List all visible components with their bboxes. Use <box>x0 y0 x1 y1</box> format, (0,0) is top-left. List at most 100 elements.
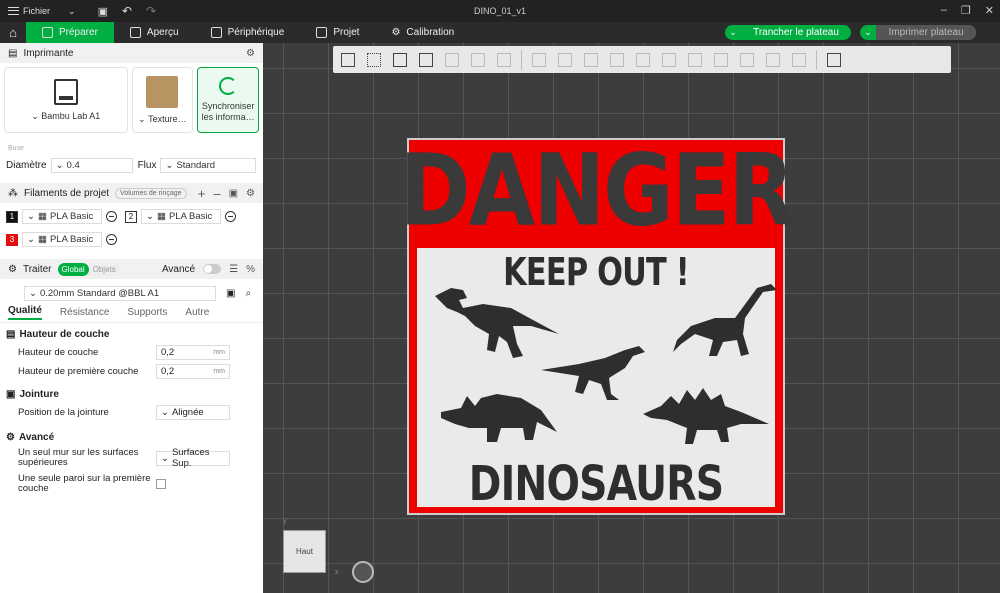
sign-title: DANGER <box>399 133 794 249</box>
layer-height-input[interactable]: 0,2 mm <box>156 345 230 360</box>
layers-edit-icon[interactable] <box>493 50 515 70</box>
layers-icon <box>129 27 141 38</box>
support-paint-icon[interactable] <box>684 50 706 70</box>
scale-icon[interactable] <box>580 50 602 70</box>
filament-swatch[interactable]: 1 <box>6 210 18 223</box>
printer-selector[interactable]: ⌄ Bambu Lab A1 <box>4 67 128 133</box>
hamburger-icon <box>8 7 19 15</box>
arrange-icon[interactable] <box>415 50 437 70</box>
slice-plate-button[interactable]: ⌄ Trancher le plateau <box>725 25 851 40</box>
objects-option[interactable]: Objets <box>89 265 120 274</box>
tab-label: Aperçu <box>146 27 179 38</box>
sync-button[interactable]: Synchroniser les informa… <box>197 67 259 133</box>
first-layer-height-input[interactable]: 0,2 mm <box>156 364 230 379</box>
view-cube[interactable]: Haut <box>283 530 326 573</box>
maximize-icon[interactable]: ❐ <box>961 4 971 17</box>
global-option[interactable]: Global <box>57 262 89 276</box>
plate-selector[interactable]: ⌄ Texture… <box>131 67 194 133</box>
file-menu[interactable]: Fichier ⌄ <box>0 6 84 17</box>
split-objects-icon[interactable] <box>441 50 463 70</box>
explode-view-icon[interactable] <box>823 50 845 70</box>
minimize-icon[interactable]: – <box>941 4 947 17</box>
seam-paint-icon[interactable] <box>710 50 732 70</box>
object-toolbar <box>333 46 951 73</box>
mesh-boolean-icon[interactable] <box>658 50 680 70</box>
flush-volumes-button[interactable]: Volumes de rinçage <box>115 187 187 199</box>
tab-prepare[interactable]: Préparer <box>26 22 114 43</box>
tab-project[interactable]: Projet <box>300 22 375 43</box>
save-profile-icon[interactable]: ▣ <box>226 288 235 299</box>
chevron-down-icon: ⌄ <box>27 211 35 222</box>
gear-icon[interactable]: ⚙ <box>246 188 255 199</box>
global-objects-toggle[interactable]: Global Objets <box>57 262 120 276</box>
filament-item[interactable]: 1 ⌄ ▦ PLA Basic <box>6 209 117 224</box>
remove-icon[interactable]: – <box>213 186 220 201</box>
tab-device[interactable]: Périphérique <box>195 22 301 43</box>
cut-icon[interactable] <box>632 50 654 70</box>
advanced-icon: ⚙ <box>6 431 15 443</box>
3d-viewport[interactable]: DANGER KEEP OUT ! DINOSAURS y Haut x <box>263 43 1000 593</box>
project-icon <box>316 27 328 38</box>
move-icon[interactable] <box>528 50 550 70</box>
sync-filament-icon[interactable]: ▣ <box>229 188 238 199</box>
auto-orient-icon[interactable] <box>389 50 411 70</box>
gear-icon[interactable]: ⚙ <box>246 48 255 59</box>
add-object-icon[interactable] <box>337 50 359 70</box>
home-icon[interactable]: ⌂ <box>0 22 26 43</box>
save-icon[interactable]: ▣ <box>98 5 108 18</box>
axis-x-label: x <box>335 569 339 576</box>
text-icon[interactable] <box>736 50 758 70</box>
tab-calibration[interactable]: ⚙ Calibration <box>375 22 470 43</box>
filament-item[interactable]: 2 ⌄ ▦ PLA Basic <box>125 209 236 224</box>
view-cube-face-label: Haut <box>296 547 313 556</box>
tab-preview[interactable]: Aperçu <box>114 22 195 43</box>
assembly-icon[interactable] <box>788 50 810 70</box>
layer-icon: ▤ <box>6 328 16 340</box>
advanced-switch[interactable] <box>203 264 222 274</box>
remove-filament-icon[interactable] <box>225 211 236 222</box>
subtab-other[interactable]: Autre <box>185 307 209 318</box>
print-plate-button[interactable]: ⌄ Imprimer plateau <box>860 25 976 40</box>
flow-select[interactable]: ⌄ Standard <box>160 157 257 173</box>
measure-icon[interactable] <box>762 50 784 70</box>
single-wall-top-select[interactable]: ⌄ Surfaces Sup. <box>156 447 230 469</box>
filament-swatch[interactable]: 3 <box>6 233 18 246</box>
filament-icon: ▦ <box>156 211 166 222</box>
toolbar-divider <box>816 49 817 70</box>
remove-filament-icon[interactable] <box>106 234 117 245</box>
close-icon[interactable]: ✕ <box>985 4 994 17</box>
rotate-icon[interactable] <box>554 50 576 70</box>
percent-icon[interactable]: % <box>246 264 255 275</box>
subtab-quality[interactable]: Qualité <box>8 305 42 320</box>
filament-item[interactable]: 3 ⌄ ▦ PLA Basic <box>6 232 117 247</box>
lay-on-face-icon[interactable] <box>606 50 628 70</box>
single-bottom-wall-checkbox[interactable] <box>156 479 166 489</box>
seam-position-select[interactable]: ⌄ Alignée <box>156 405 230 420</box>
chevron-down-icon[interactable]: ⌄ <box>860 27 876 38</box>
redo-icon[interactable]: ↷ <box>146 4 156 18</box>
diameter-label: Diamètre <box>6 159 47 171</box>
first-layer-height-label: Hauteur de première couche <box>18 365 139 377</box>
printer-icon: ▤ <box>8 47 18 59</box>
chevron-down-icon[interactable]: ⌄ <box>725 27 741 38</box>
diameter-select[interactable]: ⌄ 0.4 <box>50 157 133 173</box>
remove-filament-icon[interactable] <box>106 211 117 222</box>
left-panel: ▤ Imprimante ⚙ ⌄ Bambu Lab A1 ⌄ Texture…… <box>0 43 263 593</box>
add-plate-icon[interactable] <box>363 50 385 70</box>
chevron-down-icon: ⌄ <box>55 159 64 171</box>
process-profile-select[interactable]: ⌄ 0.20mm Standard @BBL A1 <box>24 285 216 301</box>
subtab-supports[interactable]: Supports <box>127 307 167 318</box>
add-icon[interactable]: + <box>198 186 206 201</box>
brachiosaurus-silhouette <box>673 284 777 356</box>
tab-label: Périphérique <box>227 27 285 38</box>
subtab-strength[interactable]: Résistance <box>60 307 109 318</box>
camera-reset-icon[interactable] <box>352 561 374 583</box>
triceratops-silhouette <box>441 394 557 442</box>
filament-swatch[interactable]: 2 <box>125 210 137 223</box>
split-parts-icon[interactable] <box>467 50 489 70</box>
chevron-down-icon: ⌄ <box>165 159 174 171</box>
undo-icon[interactable]: ↶ <box>122 4 132 18</box>
danger-sign-model[interactable]: DANGER KEEP OUT ! DINOSAURS <box>399 138 795 515</box>
search-icon[interactable]: ⌕ <box>245 288 251 299</box>
list-icon[interactable]: ☰ <box>229 264 238 275</box>
